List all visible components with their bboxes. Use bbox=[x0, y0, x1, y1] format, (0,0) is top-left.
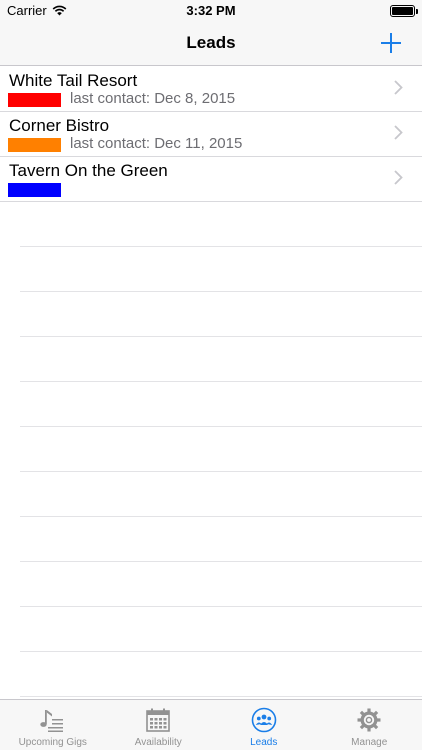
status-time: 3:32 PM bbox=[186, 3, 236, 18]
empty-row-divider bbox=[20, 292, 422, 337]
empty-row-divider bbox=[20, 247, 422, 292]
empty-row-divider bbox=[20, 652, 422, 697]
lead-row-corner-bistro[interactable]: Corner Bistro last contact: Dec 11, 2015 bbox=[0, 112, 422, 157]
lead-color-swatch bbox=[8, 183, 61, 197]
empty-row-divider bbox=[20, 202, 422, 247]
lead-color-swatch bbox=[8, 93, 61, 107]
lead-color-swatch bbox=[8, 138, 61, 152]
tab-upcoming-gigs[interactable]: Upcoming Gigs bbox=[0, 700, 106, 750]
lead-name: Tavern On the Green bbox=[9, 161, 168, 180]
lead-row-white-tail-resort[interactable]: White Tail Resort last contact: Dec 8, 2… bbox=[0, 67, 422, 112]
tab-label: Availability bbox=[134, 737, 182, 748]
tab-availability[interactable]: Availability bbox=[106, 700, 212, 750]
empty-row-divider bbox=[20, 427, 422, 472]
lead-name: White Tail Resort bbox=[9, 71, 138, 90]
tab-label: Upcoming Gigs bbox=[18, 737, 87, 748]
calendar-icon bbox=[146, 708, 171, 732]
battery-icon bbox=[390, 5, 418, 17]
navigation-bar: Leads bbox=[0, 22, 422, 66]
tab-bar: Upcoming Gigs Availability Leads Manage bbox=[0, 699, 422, 750]
lead-name: Corner Bistro bbox=[9, 116, 110, 135]
status-bar: Carrier 3:32 PM bbox=[0, 0, 422, 22]
empty-row-divider bbox=[20, 337, 422, 382]
leads-list: White Tail Resort last contact: Dec 8, 2… bbox=[0, 67, 422, 697]
lead-last-contact: last contact: Dec 8, 2015 bbox=[70, 90, 236, 107]
chevron-right-icon bbox=[394, 125, 403, 140]
lead-last-contact: last contact: Dec 11, 2015 bbox=[70, 135, 243, 152]
chevron-right-icon bbox=[394, 80, 403, 95]
tab-leads[interactable]: Leads bbox=[211, 700, 317, 750]
chevron-right-icon bbox=[394, 170, 403, 185]
tab-label: Leads bbox=[250, 737, 278, 748]
empty-row-divider bbox=[20, 562, 422, 607]
tab-manage[interactable]: Manage bbox=[317, 700, 422, 750]
add-lead-button[interactable] bbox=[378, 30, 404, 56]
empty-row-divider bbox=[20, 472, 422, 517]
people-icon bbox=[251, 707, 277, 733]
music-notes-icon bbox=[40, 710, 63, 732]
empty-row-divider bbox=[20, 382, 422, 427]
empty-row-divider bbox=[20, 517, 422, 562]
plus-icon bbox=[381, 33, 401, 53]
lead-row-tavern-on-the-green[interactable]: Tavern On the Green bbox=[0, 157, 422, 202]
empty-row-divider bbox=[20, 607, 422, 652]
gear-icon bbox=[357, 708, 381, 732]
page-title: Leads bbox=[186, 33, 236, 52]
tab-label: Manage bbox=[351, 737, 388, 748]
